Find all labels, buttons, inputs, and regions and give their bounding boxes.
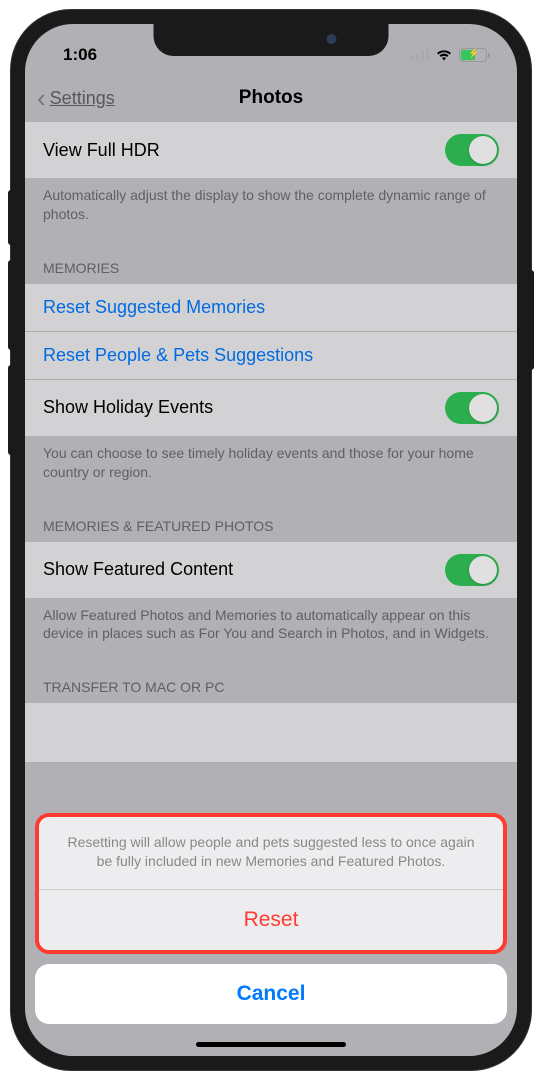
row-label: Show Holiday Events	[43, 397, 213, 418]
back-button-label: Settings	[50, 88, 115, 109]
holiday-events-toggle[interactable]	[445, 392, 499, 424]
action-sheet-main: Resetting will allow people and pets sug…	[35, 813, 507, 954]
navigation-bar: ‹ Settings Photos	[25, 74, 517, 122]
wifi-icon	[435, 48, 453, 62]
reset-button[interactable]: Reset	[39, 890, 503, 950]
row-label: Reset Suggested Memories	[43, 297, 265, 318]
featured-header: MEMORIES & FEATURED PHOTOS	[25, 498, 517, 542]
row-label: Show Featured Content	[43, 559, 233, 580]
page-title: Photos	[239, 87, 303, 109]
action-sheet-message: Resetting will allow people and pets sug…	[39, 817, 503, 890]
featured-content-toggle[interactable]	[445, 554, 499, 586]
reset-suggested-memories-button[interactable]: Reset Suggested Memories	[25, 284, 517, 332]
notch	[154, 24, 389, 56]
memories-header: MEMORIES	[25, 240, 517, 284]
battery-icon	[459, 48, 487, 62]
row-label: Reset People & Pets Suggestions	[43, 345, 313, 366]
screen: 1:06 ‹ Settings Pho	[25, 24, 517, 1056]
featured-footer: Allow Featured Photos and Memories to au…	[25, 598, 517, 660]
home-indicator[interactable]	[196, 1042, 346, 1047]
cancel-button[interactable]: Cancel	[35, 964, 507, 1024]
holiday-events-row: Show Holiday Events	[25, 380, 517, 436]
hdr-footer: Automatically adjust the display to show…	[25, 178, 517, 240]
view-full-hdr-row: View Full HDR	[25, 122, 517, 178]
back-button[interactable]: ‹ Settings	[37, 83, 115, 114]
transfer-header: TRANSFER TO MAC OR PC	[25, 659, 517, 703]
reset-people-pets-button[interactable]: Reset People & Pets Suggestions	[25, 332, 517, 380]
memories-footer: You can choose to see timely holiday eve…	[25, 436, 517, 498]
action-sheet: Resetting will allow people and pets sug…	[35, 813, 507, 1024]
chevron-left-icon: ‹	[37, 83, 46, 114]
featured-content-row: Show Featured Content	[25, 542, 517, 598]
settings-content[interactable]: View Full HDR Automatically adjust the d…	[25, 122, 517, 763]
hdr-toggle[interactable]	[445, 134, 499, 166]
phone-frame: 1:06 ‹ Settings Pho	[11, 10, 531, 1070]
row-label: View Full HDR	[43, 140, 160, 161]
status-time: 1:06	[53, 33, 97, 65]
cellular-signal-icon	[411, 49, 429, 61]
transfer-row-placeholder	[25, 703, 517, 763]
